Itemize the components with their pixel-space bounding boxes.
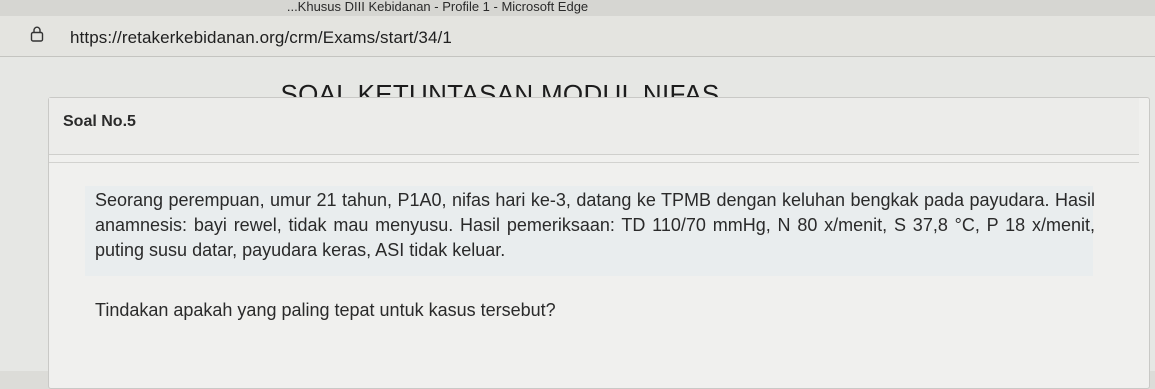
question-card: Soal No.5 Seorang perempuan, umur 21 tah… — [48, 97, 1150, 389]
question-text: Seorang perempuan, umur 21 tahun, P1A0, … — [95, 190, 1095, 260]
lock-icon[interactable] — [30, 26, 44, 42]
divider — [49, 162, 1139, 163]
window-title: ...Khusus DIII Kebidanan - Profile 1 - M… — [286, 0, 589, 14]
question-card-header: Soal No.5 — [49, 98, 1139, 155]
exam-page: SOAL KETUNTASAN MODUL NIFAS Soal No.5 Se… — [0, 57, 1155, 389]
question-prompt: Tindakan apakah yang paling tepat untuk … — [95, 300, 556, 320]
url-field[interactable]: https://retakerkebidanan.org/crm/Exams/s… — [70, 28, 452, 48]
question-number: Soal No.5 — [63, 113, 136, 130]
address-bar[interactable]: https://retakerkebidanan.org/crm/Exams/s… — [0, 16, 1155, 57]
window-titlebar: ...Khusus DIII Kebidanan - Profile 1 - M… — [0, 0, 1155, 16]
